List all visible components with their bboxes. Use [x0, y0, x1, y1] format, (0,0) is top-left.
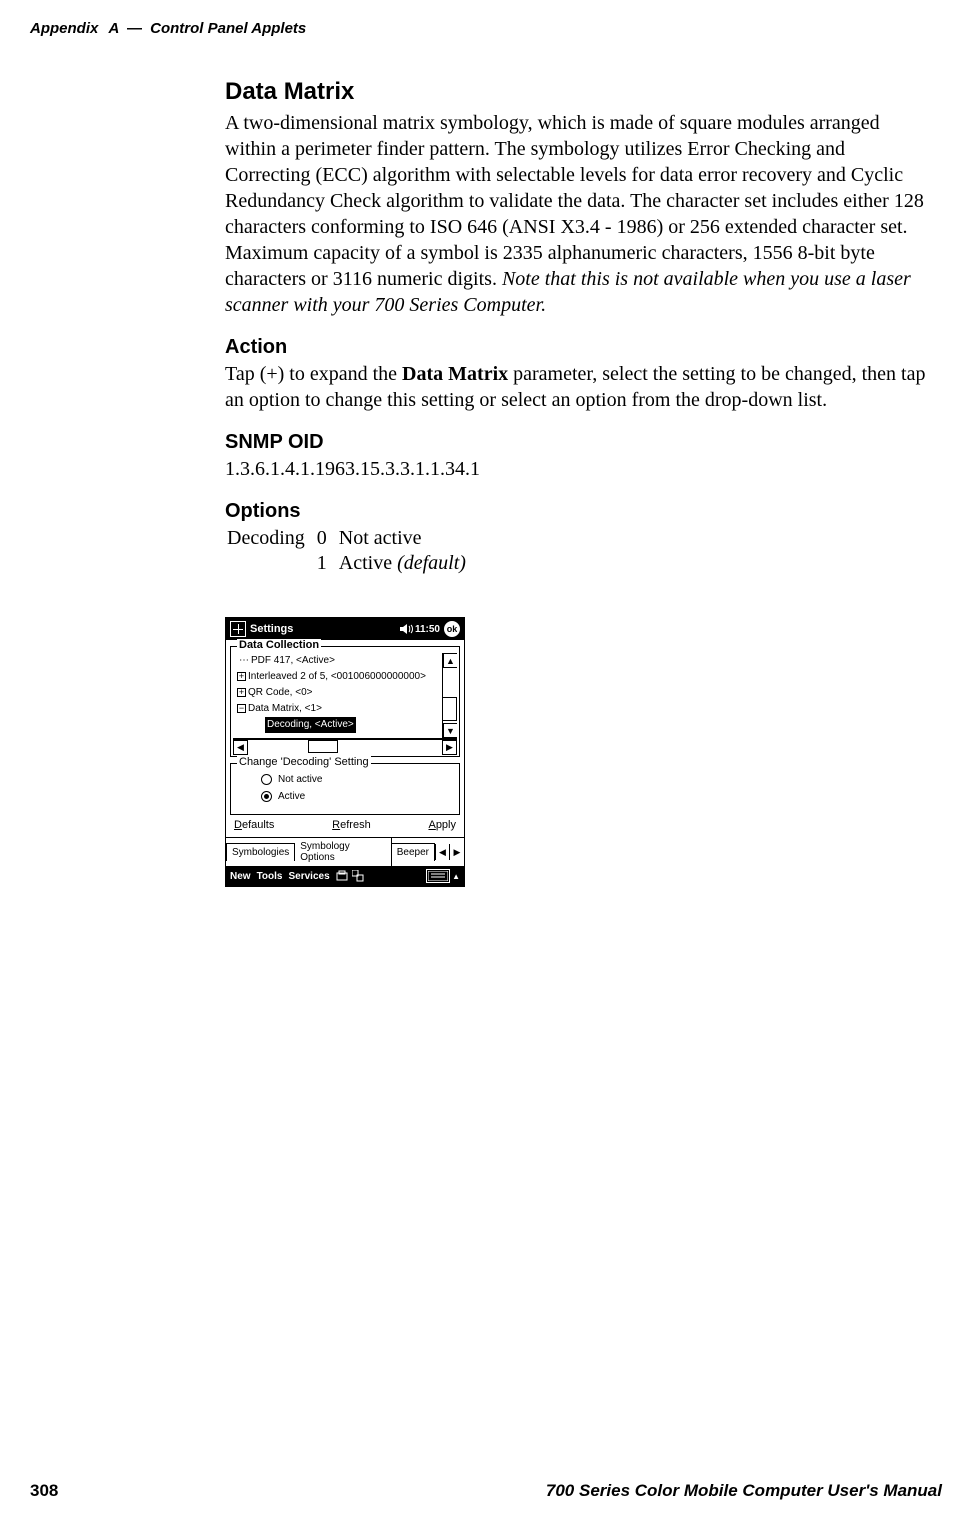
tree-label: PDF 417, <Active>	[251, 655, 335, 666]
snmp-value: 1.3.6.1.4.1.1963.15.3.3.1.1.34.1	[225, 456, 935, 482]
section-title: Data Matrix	[225, 78, 935, 106]
tree-item-datamatrix[interactable]: −Data Matrix, <1>	[237, 701, 439, 717]
tree-item-pdf417[interactable]: ⋯PDF 417, <Active>	[237, 653, 439, 669]
section-intro: A two-dimensional matrix symbology, whic…	[225, 110, 935, 318]
tree-item-decoding[interactable]: Decoding, <Active>	[237, 717, 439, 733]
tree-glyph-leaf: ⋯	[237, 653, 251, 669]
tab-scroll[interactable]: ◀ ▶	[435, 844, 464, 860]
options-value-0: 0	[317, 527, 337, 550]
tree-label: Interleaved 2 of 5, <001006000000000>	[248, 671, 426, 682]
scroll-down-icon[interactable]: ▼	[443, 723, 457, 738]
refresh-button[interactable]: Refresh	[330, 819, 373, 831]
tree-expand-icon[interactable]: +	[237, 688, 246, 697]
header-dash: —	[127, 20, 142, 37]
device-screenshot: Settings 11:50 ok Data Collection ⋯PDF 4…	[225, 617, 465, 887]
tab-beeper[interactable]: Beeper	[392, 843, 435, 861]
appendix-label: Appendix	[30, 20, 98, 37]
page-content: Data Matrix A two-dimensional matrix sym…	[225, 78, 935, 887]
tree-item-interleaved[interactable]: +Interleaved 2 of 5, <001006000000000>	[237, 669, 439, 685]
radio-icon[interactable]	[261, 774, 272, 785]
options-label-1-pre: Active	[339, 552, 397, 574]
menu-new[interactable]: New	[230, 871, 251, 882]
tray-icon-1[interactable]	[336, 870, 348, 882]
radio-icon-checked[interactable]	[261, 791, 272, 802]
scroll-left-icon[interactable]: ◀	[233, 740, 248, 755]
header-section: Control Panel Applets	[150, 20, 306, 37]
footer-doc-title: 700 Series Color Mobile Computer User's …	[546, 1481, 942, 1501]
options-row: Decoding 0 Not active	[227, 527, 476, 550]
options-row: 1 Active (default)	[227, 552, 476, 575]
running-header: Appendix A — Control Panel Applets	[30, 20, 942, 37]
options-label-1-ital: (default)	[397, 552, 466, 574]
section-intro-text: A two-dimensional matrix symbology, whic…	[225, 112, 924, 290]
tree-view[interactable]: ⋯PDF 417, <Active> +Interleaved 2 of 5, …	[233, 653, 457, 739]
action-paragraph: Tap (+) to expand the Data Matrix parame…	[225, 361, 935, 413]
keyboard-up-icon[interactable]: ▲	[452, 872, 460, 881]
tree-expand-icon[interactable]: +	[237, 672, 246, 681]
keyboard-icon[interactable]	[426, 869, 450, 883]
appendix-letter: A	[109, 20, 119, 37]
button-row: Defaults Refresh Apply	[226, 819, 464, 837]
tab-left-icon[interactable]: ◀	[436, 844, 450, 860]
options-table: Decoding 0 Not active 1 Active (default)	[225, 525, 478, 577]
app-title: Settings	[250, 623, 293, 635]
tray-icon-2[interactable]	[352, 870, 364, 882]
options-heading: Options	[225, 500, 935, 523]
action-pre: Tap (+) to expand the	[225, 363, 402, 385]
titlebar: Settings 11:50 ok	[226, 618, 464, 640]
options-param: Decoding	[227, 527, 315, 550]
action-heading: Action	[225, 336, 935, 359]
menu-tools[interactable]: Tools	[257, 871, 283, 882]
radio-label: Active	[278, 791, 305, 802]
tree-collapse-icon[interactable]: −	[237, 704, 246, 713]
tab-right-icon[interactable]: ▶	[450, 844, 464, 860]
options-label-0: Not active	[339, 527, 476, 550]
ok-button[interactable]: ok	[444, 621, 460, 637]
scroll-right-icon[interactable]: ▶	[442, 740, 457, 755]
bottom-bar: New Tools Services ▲	[226, 866, 464, 886]
data-collection-group: Data Collection ⋯PDF 417, <Active> +Inte…	[230, 646, 460, 757]
group-legend: Data Collection	[237, 639, 321, 651]
defaults-button[interactable]: Defaults	[232, 819, 276, 831]
radio-label: Not active	[278, 774, 322, 785]
horizontal-scrollbar[interactable]: ◀ ▶	[233, 739, 457, 754]
clock: 11:50	[415, 624, 440, 635]
change-setting-group: Change 'Decoding' Setting Not active Act…	[230, 763, 460, 815]
tree-item-qrcode[interactable]: +QR Code, <0>	[237, 685, 439, 701]
setting-legend: Change 'Decoding' Setting	[237, 756, 371, 768]
scroll-up-icon[interactable]: ▲	[443, 653, 457, 668]
tree-label: QR Code, <0>	[248, 687, 312, 698]
page-footer: 308 700 Series Color Mobile Computer Use…	[30, 1481, 942, 1501]
options-label-1: Active (default)	[339, 552, 476, 575]
scroll-thumb[interactable]	[442, 697, 457, 721]
tree-label-selected: Decoding, <Active>	[265, 717, 356, 733]
start-icon[interactable]	[230, 621, 246, 637]
tree-label: Data Matrix, <1>	[248, 703, 322, 714]
tab-symbologies[interactable]: Symbologies	[226, 843, 295, 861]
menu-services[interactable]: Services	[289, 871, 330, 882]
page-number: 308	[30, 1481, 58, 1501]
action-bold: Data Matrix	[402, 363, 508, 385]
radio-not-active[interactable]: Not active	[261, 774, 455, 785]
tab-strip: Symbologies Symbology Options Beeper ◀ ▶	[226, 837, 464, 866]
radio-active[interactable]: Active	[261, 791, 455, 802]
options-value-1: 1	[317, 552, 337, 575]
scroll-thumb[interactable]	[308, 740, 338, 753]
snmp-heading: SNMP OID	[225, 431, 935, 454]
tab-symbology-options[interactable]: Symbology Options	[295, 837, 391, 866]
apply-button[interactable]: Apply	[426, 819, 458, 831]
vertical-scrollbar[interactable]: ▲ ▼	[442, 653, 457, 738]
speaker-icon[interactable]	[399, 622, 413, 636]
